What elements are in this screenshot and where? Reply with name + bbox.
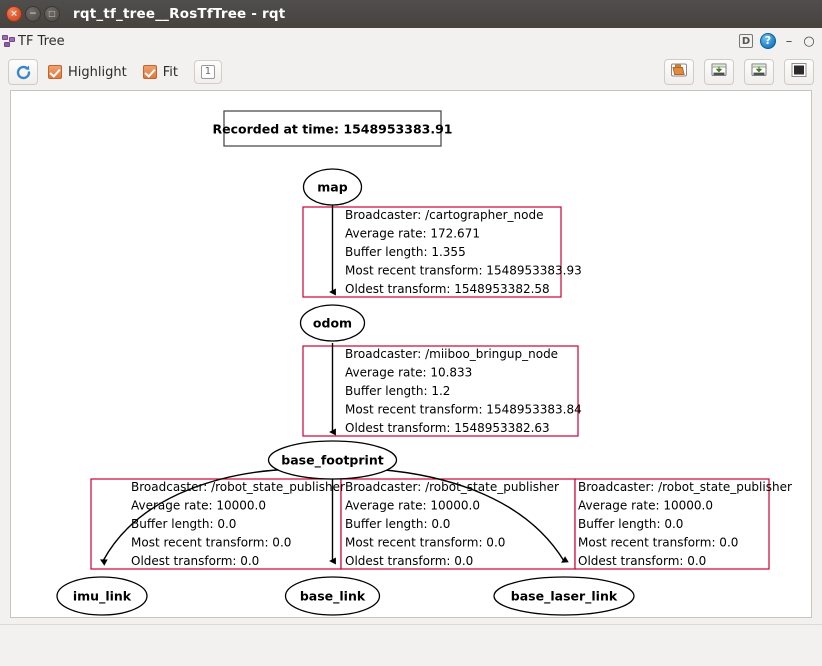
- fit-label: Fit: [162, 64, 178, 80]
- rqt-window: × − □ rqt_tf_tree__RosTfTree - rqt TF Tr…: [0, 0, 822, 666]
- maximize-icon: □: [48, 9, 56, 18]
- panel-title: TF Tree: [18, 33, 65, 49]
- panel-help-button[interactable]: ?: [760, 33, 776, 49]
- node-label-base-laser-link: base_laser_link: [511, 589, 618, 605]
- node-label-imu-link: imu_link: [73, 589, 132, 605]
- timestamp-text: Recorded at time: 1548953383.91: [213, 122, 453, 137]
- node-base-footprint[interactable]: base_footprint: [267, 440, 398, 480]
- save-image-icon: [750, 62, 768, 82]
- panel-close-button[interactable]: ○: [802, 34, 816, 48]
- panel-undock-button[interactable]: D: [739, 34, 753, 48]
- panel-title-group: TF Tree: [2, 34, 65, 49]
- refresh-button[interactable]: [8, 59, 38, 85]
- node-imu-link[interactable]: imu_link: [56, 576, 148, 616]
- panel-minimize-button[interactable]: –: [783, 34, 795, 48]
- minimize-icon: −: [29, 9, 37, 19]
- checkbox-checked-icon: [48, 65, 62, 79]
- save-dot-icon: [710, 62, 728, 82]
- open-folder-icon: [670, 62, 688, 82]
- close-icon: ×: [10, 9, 18, 19]
- status-bar: [0, 624, 822, 666]
- node-map[interactable]: map: [302, 168, 363, 206]
- node-label-base-link: base_link: [300, 589, 366, 605]
- tf-tree-icon: [2, 34, 17, 48]
- graph-canvas[interactable]: Recorded at time: 1548953383.91 Broadcas…: [10, 90, 812, 618]
- window-close-button[interactable]: ×: [6, 6, 22, 22]
- fit-checkbox[interactable]: Fit: [142, 64, 178, 80]
- toolbar: Highlight Fit 1: [0, 54, 822, 90]
- window-titlebar: × − □ rqt_tf_tree__RosTfTree - rqt: [0, 0, 822, 28]
- node-base-laser-link[interactable]: base_laser_link: [493, 576, 635, 616]
- window-maximize-button[interactable]: □: [44, 6, 60, 22]
- node-label-map: map: [317, 180, 347, 195]
- load-dot-button[interactable]: [664, 59, 694, 85]
- depth-spinner-button[interactable]: 1: [193, 60, 222, 84]
- window-minimize-button[interactable]: −: [25, 6, 41, 22]
- panel-header: TF Tree D ? – ○: [0, 28, 822, 54]
- node-label-odom: odom: [313, 316, 352, 331]
- node-label-base-footprint: base_footprint: [281, 453, 383, 469]
- save-image-button[interactable]: [744, 59, 774, 85]
- node-odom[interactable]: odom: [299, 304, 366, 342]
- highlight-label: Highlight: [68, 64, 127, 80]
- dark-square-icon: [790, 62, 808, 82]
- node-base-link[interactable]: base_link: [284, 576, 381, 616]
- depth-value: 1: [200, 65, 216, 79]
- tf-tree-graph: Recorded at time: 1548953383.91 Broadcas…: [56, 110, 792, 616]
- window-title: rqt_tf_tree__RosTfTree - rqt: [73, 6, 286, 22]
- refresh-icon: [15, 64, 32, 81]
- highlight-checkbox[interactable]: Highlight: [48, 65, 127, 80]
- fit-in-view-button[interactable]: [784, 59, 814, 85]
- save-dot-button[interactable]: [704, 59, 734, 85]
- checkbox-checked-icon: [142, 65, 157, 79]
